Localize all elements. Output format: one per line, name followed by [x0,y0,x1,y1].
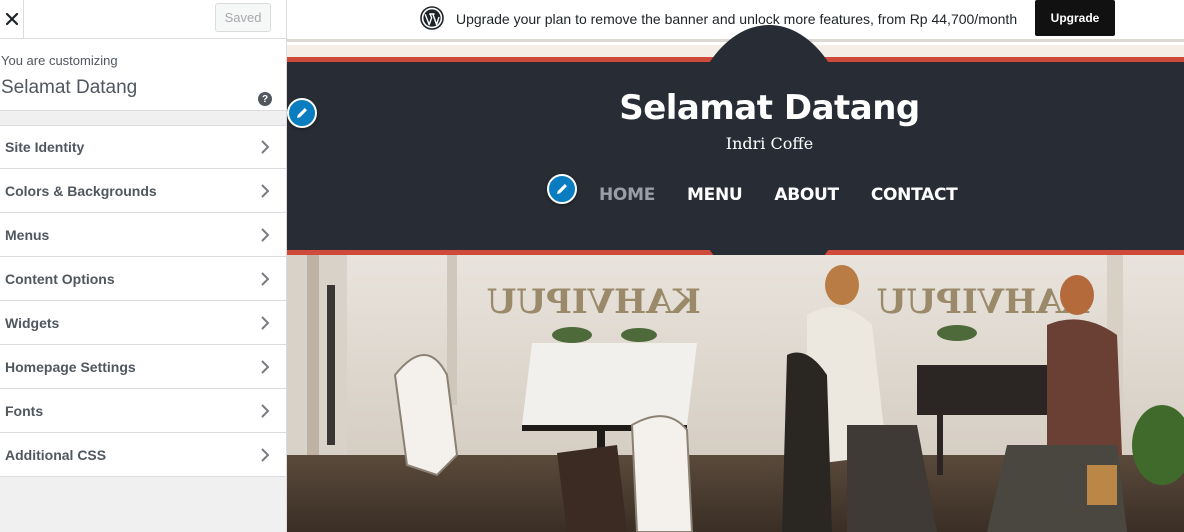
chevron-right-icon [261,359,270,374]
window-lettering-right: KAHVIPUU [877,282,1091,322]
close-icon [5,13,18,25]
wordpress-logo-icon [420,6,444,30]
section-label: Additional CSS [5,446,107,463]
section-menus[interactable]: Menus [0,213,286,257]
section-label: Menus [5,226,50,243]
banner-text: Upgrade your plan to remove the banner a… [456,11,1018,27]
chevron-right-icon [261,403,270,418]
section-additional-css[interactable]: Additional CSS [0,433,286,477]
nav-item-about[interactable]: ABOUT [774,185,839,205]
customizing-info: You are customizing Selamat Datang ? [0,39,286,111]
section-site-identity[interactable]: Site Identity [0,125,286,169]
chevron-right-icon [261,227,270,242]
section-colors-backgrounds[interactable]: Colors & Backgrounds [0,169,286,213]
help-icon[interactable]: ? [258,92,272,106]
chevron-right-icon [261,271,270,286]
upgrade-button[interactable]: Upgrade [1035,0,1115,36]
chevron-right-icon [261,140,270,154]
nav-item-home[interactable]: HOME [599,185,655,205]
customizing-label: You are customizing [1,53,118,68]
section-widgets[interactable]: Widgets [0,301,286,345]
saved-button[interactable]: Saved [215,3,271,32]
pencil-icon [297,108,307,118]
customizer-sections: Site Identity Colors & Backgrounds Menus Co… [0,125,286,477]
section-label: Widgets [5,314,60,331]
window-lettering-left: KAHVIPUU [487,282,701,322]
section-label: Site Identity [5,139,85,155]
customizer-header: Saved [0,0,286,39]
hero-image: KAHVIPUU KAHVIPUU [287,255,1184,532]
section-label: Homepage Settings [5,358,136,375]
primary-nav: HOME MENU ABOUT CONTACT [599,185,989,205]
edit-menu-button[interactable] [547,174,577,204]
site-tagline: Indri Coffe [725,134,814,153]
section-label: Colors & Backgrounds [5,182,157,199]
customizing-site-name: Selamat Datang [1,77,138,98]
section-content-options[interactable]: Content Options [0,257,286,301]
site-preview: Upgrade your plan to remove the banner a… [287,0,1184,532]
cafe-photo: KAHVIPUU KAHVIPUU [287,255,1184,532]
close-customizer-button[interactable] [0,0,24,38]
header-circle [684,25,854,287]
section-homepage-settings[interactable]: Homepage Settings [0,345,286,389]
section-fonts[interactable]: Fonts [0,389,286,433]
pencil-icon [557,184,567,194]
customizer-sidebar: Saved You are customizing Selamat Datang… [0,0,287,532]
chevron-right-icon [261,315,270,330]
site-title[interactable]: Selamat Datang [287,88,1184,128]
chevron-right-icon [261,183,270,198]
nav-item-contact[interactable]: CONTACT [871,185,958,205]
section-label: Content Options [5,270,115,287]
edit-header-button[interactable] [287,98,317,128]
nav-item-menu[interactable]: MENU [687,185,743,205]
chevron-right-icon [261,447,270,462]
section-label: Fonts [5,402,44,419]
